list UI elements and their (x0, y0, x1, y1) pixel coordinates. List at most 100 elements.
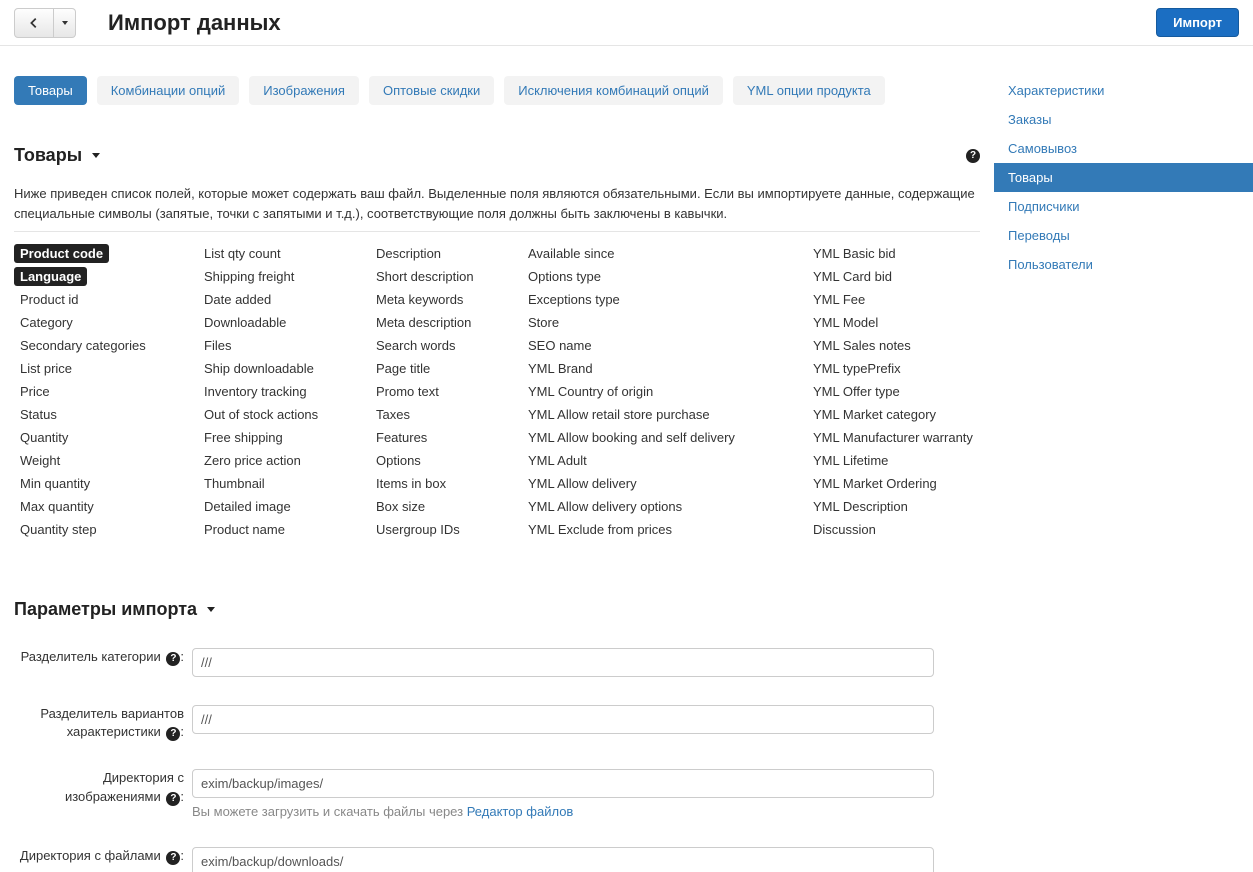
tab-2[interactable]: Изображения (249, 76, 359, 105)
field-item: YML Allow booking and self delivery (522, 428, 795, 447)
tab-3[interactable]: Оптовые скидки (369, 76, 494, 105)
field-item: Ship downloadable (198, 359, 358, 378)
field-item: Search words (370, 336, 510, 355)
section-products-title[interactable]: Товары (14, 145, 100, 166)
field-item: YML Model (807, 313, 994, 332)
field-item: YML Adult (522, 451, 795, 470)
field-item: Taxes (370, 405, 510, 424)
section-params-title[interactable]: Параметры импорта (14, 599, 980, 620)
field-item: YML Allow retail store purchase (522, 405, 795, 424)
sidebar-item-4[interactable]: Подписчики (994, 192, 1253, 221)
field-item: YML Allow delivery (522, 474, 795, 493)
field-item: Promo text (370, 382, 510, 401)
sidebar-item-3[interactable]: Товары (994, 163, 1253, 192)
field-item: Items in box (370, 474, 510, 493)
intro-text: Ниже приведен список полей, которые може… (14, 184, 980, 223)
form-input-2[interactable] (192, 769, 934, 798)
back-button[interactable] (14, 8, 54, 38)
field-item: YML Basic bid (807, 244, 994, 263)
caret-down-icon (207, 607, 215, 612)
field-item: Product id (14, 290, 186, 309)
field-item: YML Fee (807, 290, 994, 309)
file-editor-link[interactable]: Редактор файлов (467, 804, 574, 819)
tabs: Товары Комбинации опций Изображения Оптовые… (14, 76, 980, 105)
tab-0[interactable]: Товары (14, 76, 87, 105)
form-label: Директория с изображениями ?: (14, 769, 192, 805)
caret-down-icon (62, 21, 68, 25)
field-item: Zero price action (198, 451, 358, 470)
field-item: Page title (370, 359, 510, 378)
field-item: Category (14, 313, 186, 332)
field-item: Available since (522, 244, 795, 263)
tab-1[interactable]: Комбинации опций (97, 76, 240, 105)
field-item: Meta keywords (370, 290, 510, 309)
field-item: Box size (370, 497, 510, 516)
form-input-0[interactable] (192, 648, 934, 677)
field-item: YML Lifetime (807, 451, 994, 470)
field-item: Inventory tracking (198, 382, 358, 401)
sidebar: ХарактеристикиЗаказыСамовывозТоварыПодпи… (994, 46, 1253, 872)
help-icon[interactable]: ? (166, 792, 180, 806)
form-input-3[interactable] (192, 847, 934, 872)
fields-columns: Product codeLanguageProduct idCategorySe… (14, 244, 980, 543)
field-item: Downloadable (198, 313, 358, 332)
field-item: YML Description (807, 497, 994, 516)
field-item: Exceptions type (522, 290, 795, 309)
caret-down-icon (92, 153, 100, 158)
field-item: Secondary categories (14, 336, 186, 355)
field-item: Shipping freight (198, 267, 358, 286)
field-item: YML Sales notes (807, 336, 994, 355)
header: Импорт данных Импорт (0, 0, 1253, 46)
sidebar-item-5[interactable]: Переводы (994, 221, 1253, 250)
field-item: Features (370, 428, 510, 447)
field-item: List qty count (198, 244, 358, 263)
field-item: YML Manufacturer warranty (807, 428, 994, 447)
sidebar-item-2[interactable]: Самовывоз (994, 134, 1253, 163)
field-item: Usergroup IDs (370, 520, 510, 539)
field-item: Price (14, 382, 186, 401)
tab-5[interactable]: YML опции продукта (733, 76, 885, 105)
page-title: Импорт данных (108, 10, 281, 36)
field-item: Status (14, 405, 186, 424)
field-item: Date added (198, 290, 358, 309)
form-hint: Вы можете загрузить и скачать файлы чере… (192, 804, 980, 819)
import-button[interactable]: Импорт (1156, 8, 1239, 37)
field-item: YML Card bid (807, 267, 994, 286)
field-item: SEO name (522, 336, 795, 355)
tab-4[interactable]: Исключения комбинаций опций (504, 76, 723, 105)
field-item: Quantity (14, 428, 186, 447)
field-item: YML Allow delivery options (522, 497, 795, 516)
field-item: YML Brand (522, 359, 795, 378)
help-icon[interactable]: ? (166, 851, 180, 865)
field-item: Weight (14, 451, 186, 470)
field-item: List price (14, 359, 186, 378)
field-item: YML Offer type (807, 382, 994, 401)
back-dropdown[interactable] (54, 8, 76, 38)
arrow-left-icon (27, 16, 41, 30)
field-item: Files (198, 336, 358, 355)
field-item: Options type (522, 267, 795, 286)
field-item: Thumbnail (198, 474, 358, 493)
field-item: Meta description (370, 313, 510, 332)
field-item: YML Exclude from prices (522, 520, 795, 539)
form-input-1[interactable] (192, 705, 934, 734)
help-icon[interactable]: ? (166, 727, 180, 741)
form-label: Директория с файлами ?: (14, 847, 192, 865)
field-item: Product name (198, 520, 358, 539)
help-icon[interactable]: ? (166, 652, 180, 666)
field-item: Quantity step (14, 520, 186, 539)
field-item: Short description (370, 267, 510, 286)
field-item: Max quantity (14, 497, 186, 516)
field-item: Free shipping (198, 428, 358, 447)
help-icon[interactable]: ? (966, 149, 980, 163)
main-content: Товары Комбинации опций Изображения Оптовые… (0, 46, 994, 872)
form-label: Разделитель категории ?: (14, 648, 192, 666)
field-item: YML Market category (807, 405, 994, 424)
sidebar-item-1[interactable]: Заказы (994, 105, 1253, 134)
field-item: YML Country of origin (522, 382, 795, 401)
field-item: YML Market Ordering (807, 474, 994, 493)
sidebar-item-0[interactable]: Характеристики (994, 76, 1253, 105)
form-label: Разделитель вариантов характеристики ?: (14, 705, 192, 741)
field-item: Min quantity (14, 474, 186, 493)
sidebar-item-6[interactable]: Пользователи (994, 250, 1253, 279)
